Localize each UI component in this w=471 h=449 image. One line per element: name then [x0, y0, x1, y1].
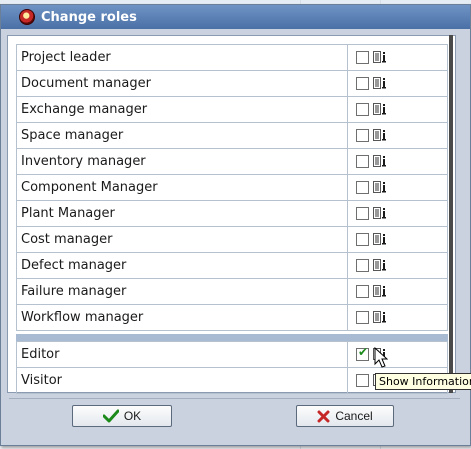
role-label: Workflow manager	[17, 305, 348, 330]
role-checkbox[interactable]: ✔	[356, 345, 369, 361]
role-controls	[348, 103, 388, 116]
ok-button[interactable]: OK	[72, 405, 172, 427]
dialog-titlebar[interactable]: Change roles	[1, 5, 470, 29]
role-row: Defect manager	[16, 253, 448, 279]
role-row: Cost manager	[16, 227, 448, 253]
dialog-title: Change roles	[41, 9, 137, 25]
role-label: Defect manager	[17, 253, 348, 278]
role-checkbox[interactable]	[356, 311, 369, 324]
roles-panel: Project leader Document manager Exchange m…	[7, 35, 456, 394]
role-row: Document manager	[16, 71, 448, 97]
cancel-button[interactable]: Cancel	[296, 405, 394, 427]
role-row: Space manager	[16, 123, 448, 149]
role-controls	[348, 233, 388, 246]
role-checkbox[interactable]	[356, 207, 369, 220]
role-label: Inventory manager	[17, 149, 348, 174]
show-information-icon[interactable]	[373, 259, 388, 272]
role-controls	[348, 207, 388, 220]
app-logo-icon	[19, 9, 35, 25]
role-label: Plant Manager	[17, 201, 348, 226]
role-row: Plant Manager	[16, 201, 448, 227]
role-controls	[348, 51, 388, 64]
panel-scroll-edge[interactable]	[449, 35, 453, 393]
show-information-icon[interactable]	[373, 77, 388, 90]
role-controls	[348, 181, 388, 194]
show-information-icon[interactable]	[373, 181, 388, 194]
roles-list: Project leader Document manager Exchange m…	[16, 44, 448, 394]
role-checkbox[interactable]	[356, 51, 369, 64]
role-row: Exchange manager	[16, 97, 448, 123]
role-row: Component Manager	[16, 175, 448, 201]
show-information-icon[interactable]	[373, 207, 388, 220]
cancel-button-label: Cancel	[335, 409, 373, 423]
show-information-icon[interactable]	[373, 103, 388, 116]
role-controls	[348, 285, 388, 298]
checkmark-icon	[102, 409, 119, 423]
role-controls	[348, 259, 388, 272]
role-checkbox[interactable]	[356, 374, 369, 387]
show-information-icon[interactable]	[373, 155, 388, 168]
footer-divider	[9, 398, 460, 399]
role-checkbox[interactable]	[356, 155, 369, 168]
checkmark-icon: ✔	[358, 345, 369, 359]
role-row: Workflow manager	[16, 305, 448, 331]
show-information-icon[interactable]	[373, 129, 388, 142]
role-label: Component Manager	[17, 175, 348, 200]
role-label: Editor	[17, 342, 348, 367]
role-label: Project leader	[17, 45, 348, 70]
role-row: Failure manager	[16, 279, 448, 305]
show-information-icon[interactable]	[373, 51, 388, 64]
show-information-icon[interactable]	[373, 233, 388, 246]
role-checkbox[interactable]	[356, 285, 369, 298]
role-label: Document manager	[17, 71, 348, 96]
role-row: Inventory manager	[16, 149, 448, 175]
role-controls	[348, 311, 388, 324]
role-checkbox[interactable]	[356, 77, 369, 90]
ok-button-label: OK	[123, 409, 142, 423]
role-group-separator	[16, 334, 448, 341]
role-controls	[348, 77, 388, 90]
role-row: Project leader	[16, 44, 448, 71]
role-checkbox[interactable]	[356, 233, 369, 246]
role-label: Space manager	[17, 123, 348, 148]
show-information-icon[interactable]	[373, 285, 388, 298]
show-information-tooltip: Show Information	[375, 373, 471, 390]
mouse-cursor-icon	[374, 347, 388, 368]
role-label: Failure manager	[17, 279, 348, 304]
role-controls	[348, 129, 388, 142]
role-checkbox[interactable]	[356, 259, 369, 272]
role-controls	[348, 155, 388, 168]
role-checkbox[interactable]	[356, 129, 369, 142]
role-checkbox[interactable]	[356, 181, 369, 194]
role-label: Cost manager	[17, 227, 348, 252]
role-label: Exchange manager	[17, 97, 348, 122]
role-label: Visitor	[17, 368, 348, 393]
show-information-icon[interactable]	[373, 311, 388, 324]
role-checkbox[interactable]	[356, 103, 369, 116]
close-icon	[317, 410, 330, 422]
